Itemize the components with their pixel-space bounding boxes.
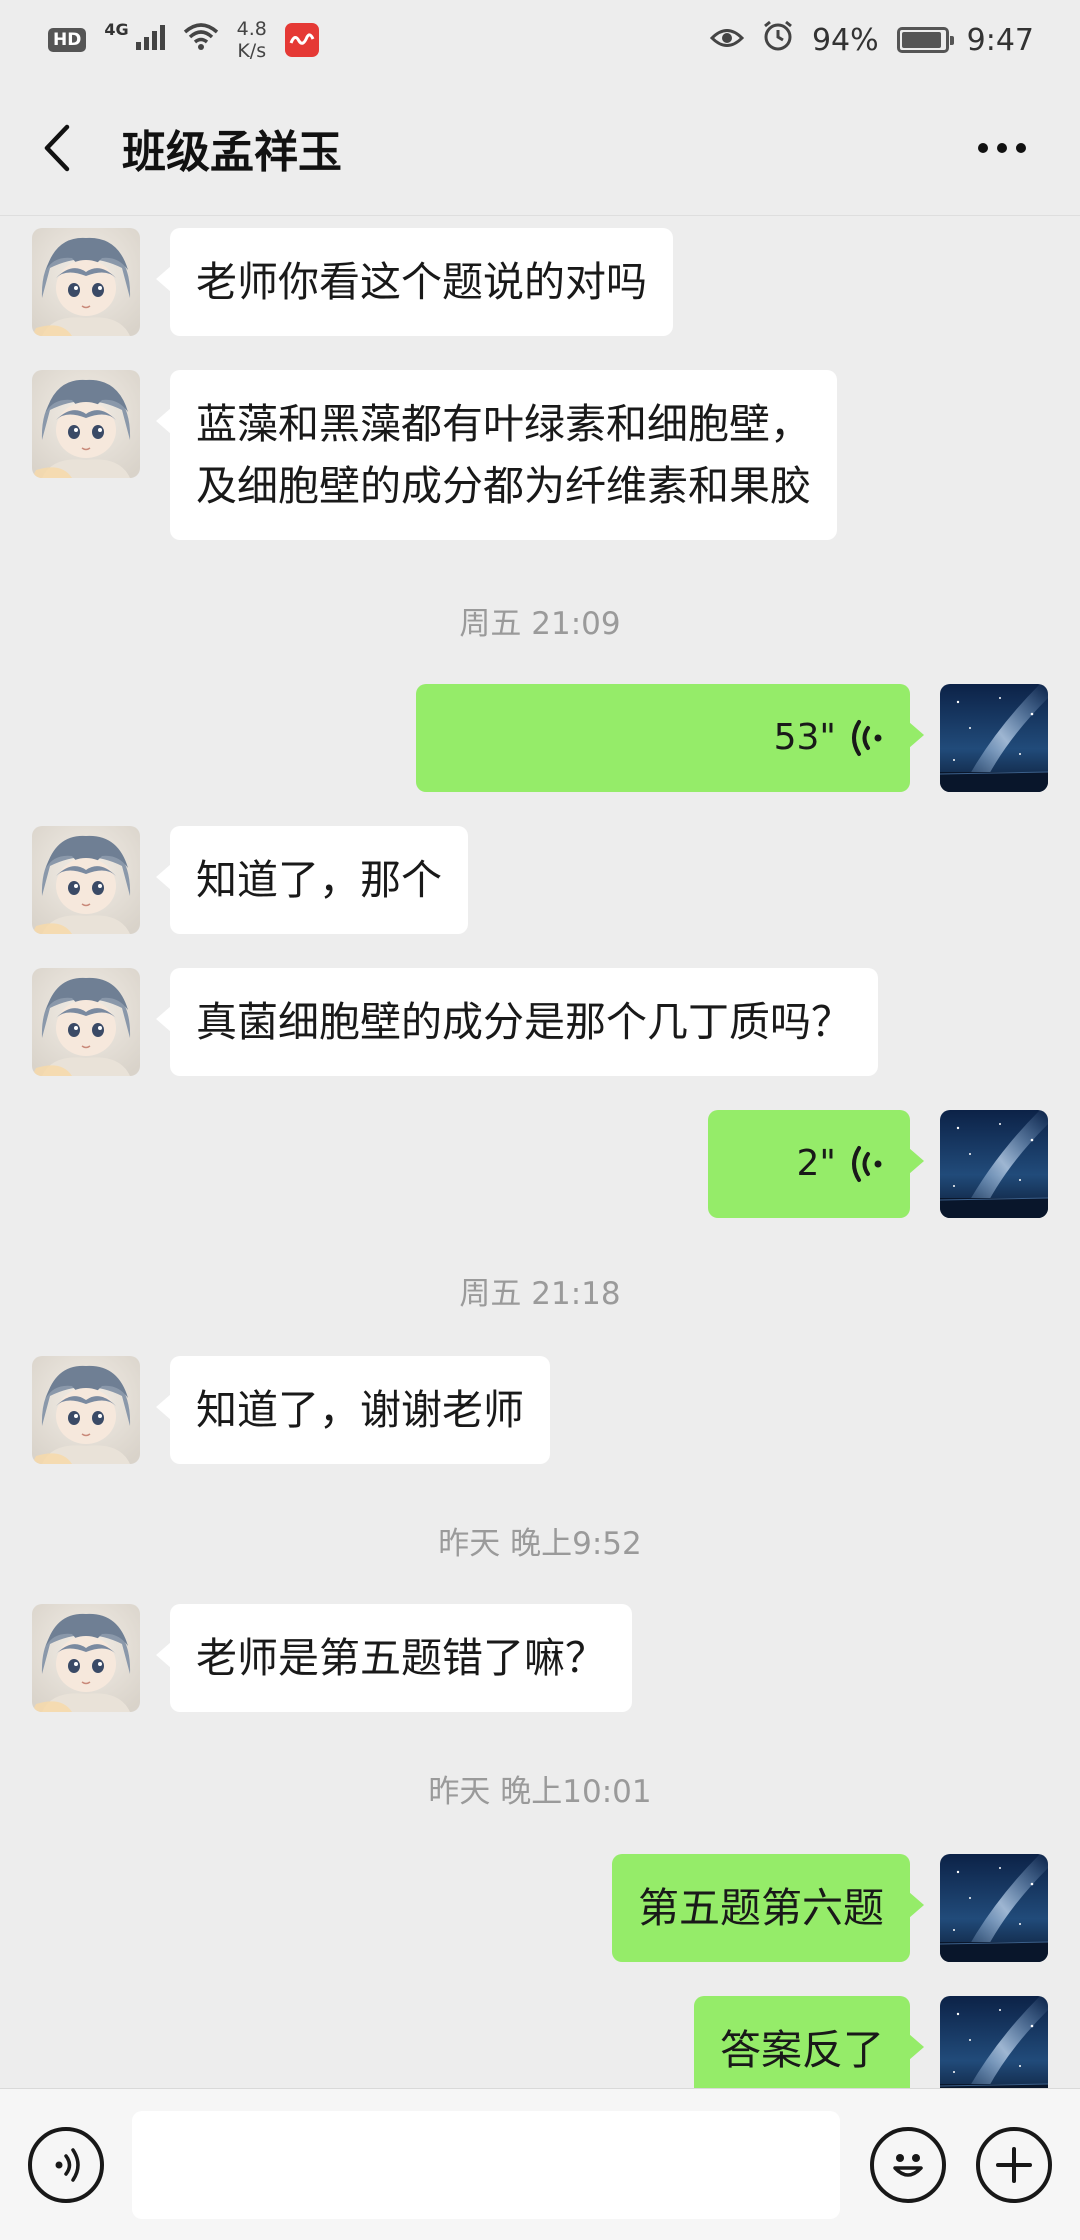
message-bubble[interactable]: 蓝藻和黑藻都有叶绿素和细胞壁， 及细胞壁的成分都为纤维素和果胶 (156, 370, 837, 540)
timestamp: 周五 21:09 (459, 606, 621, 642)
speed-value: 4.8 (236, 18, 267, 40)
signal-icon (135, 23, 165, 58)
more-functions-button[interactable] (976, 2127, 1052, 2203)
alarm-icon (762, 20, 794, 60)
message-bubble[interactable]: 答案反了 (694, 1996, 924, 2088)
message-bubble[interactable]: 知道了，那个 (156, 826, 468, 934)
status-right: 94% 9:47 (709, 20, 1034, 60)
contact-avatar[interactable] (32, 1356, 140, 1464)
clock-time: 9:47 (966, 22, 1034, 58)
network-speed: 4.8 K/s (237, 18, 267, 62)
eye-icon (709, 23, 745, 58)
timestamp: 昨天 晚上10:01 (428, 1774, 652, 1810)
emoji-button[interactable] (870, 2127, 946, 2203)
network-type: 4G (104, 20, 129, 39)
chat-screen: HD 4G 4.8 K/s 94% 9:47 班级孟祥玉 老师你看这个题说的对吗… (0, 0, 1080, 2240)
emoji-icon (893, 2154, 923, 2177)
battery-percent: 94% (811, 22, 879, 58)
voice-duration: 53" (773, 717, 836, 758)
more-options-button[interactable] (972, 128, 1032, 168)
voice-input-button[interactable] (28, 2127, 104, 2203)
message-bubble[interactable]: 知道了，谢谢老师 (156, 1356, 550, 1464)
voice-message: 53" (442, 707, 884, 769)
timestamp: 昨天 晚上9:52 (438, 1526, 642, 1562)
message-input[interactable] (132, 2111, 840, 2219)
voice-wave-icon (852, 1146, 882, 1182)
message-bubble[interactable]: 第五题第六题 (612, 1854, 924, 1962)
my-avatar[interactable] (940, 1854, 1048, 1962)
battery-icon (896, 27, 954, 53)
app-notification-icon (284, 23, 319, 57)
input-bar (0, 2088, 1080, 2240)
contact-avatar[interactable] (32, 370, 140, 478)
speed-unit: K/s (237, 40, 267, 62)
status-bar: HD 4G 4.8 K/s 94% 9:47 (0, 0, 1080, 80)
contact-avatar[interactable] (32, 228, 140, 336)
timestamp: 周五 21:18 (459, 1276, 621, 1312)
more-dots-icon (978, 142, 1026, 153)
voice-message-bubble[interactable]: 2" (708, 1110, 924, 1218)
contact-avatar[interactable] (32, 1604, 140, 1712)
voice-duration: 2" (796, 1143, 836, 1184)
battery-level-fill (901, 32, 942, 48)
message-line: 及细胞壁的成分都为纤维素和果胶 (196, 462, 811, 510)
chat-header: 班级孟祥玉 (0, 80, 1080, 216)
chat-title: 班级孟祥玉 (122, 126, 342, 178)
status-left: HD 4G 4.8 K/s (48, 18, 319, 62)
back-button[interactable] (30, 118, 82, 178)
wifi-icon (183, 22, 219, 58)
my-avatar[interactable] (940, 1110, 1048, 1218)
message-bubble[interactable]: 老师你看这个题说的对吗 (156, 228, 673, 336)
message-bubble[interactable]: 老师是第五题错了嘛？ (156, 1604, 632, 1712)
voice-input-icon (55, 2148, 80, 2182)
hd-badge: HD (48, 28, 87, 52)
contact-avatar[interactable] (32, 826, 140, 934)
contact-avatar[interactable] (32, 968, 140, 1076)
message-line: 蓝藻和黑藻都有叶绿素和细胞壁， (196, 400, 811, 448)
message-bubble[interactable]: 真菌细胞壁的成分是那个几丁质吗？ (156, 968, 878, 1076)
chevron-left-icon (44, 124, 70, 171)
message-list[interactable]: 老师你看这个题说的对吗 蓝藻和黑藻都有叶绿素和细胞壁， 及细胞壁的成分都为纤维素… (0, 216, 1080, 2088)
plus-icon (996, 2147, 1032, 2183)
voice-wave-icon (852, 720, 882, 756)
my-avatar[interactable] (940, 684, 1048, 792)
my-avatar[interactable] (940, 1996, 1048, 2088)
voice-message-bubble[interactable]: 53" (416, 684, 924, 792)
voice-message: 2" (734, 1133, 884, 1195)
